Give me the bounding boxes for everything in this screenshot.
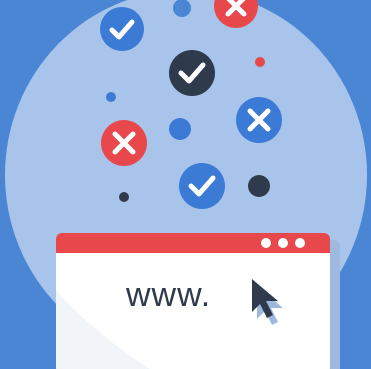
check-icon-center bbox=[179, 163, 225, 209]
dot-dark-medium bbox=[248, 175, 270, 197]
check-icon-top bbox=[100, 7, 144, 51]
illustration-canvas: www. bbox=[0, 0, 371, 369]
window-header bbox=[56, 233, 330, 253]
dot-dark-small bbox=[119, 192, 129, 202]
cross-icon-right bbox=[236, 97, 282, 143]
check-icon-dark bbox=[169, 50, 215, 96]
window-dots-icon bbox=[261, 238, 305, 248]
dot-blue-small bbox=[106, 92, 116, 102]
dot-blue-medium bbox=[169, 118, 191, 140]
cross-icon-top bbox=[214, 0, 258, 28]
dot-top bbox=[173, 0, 191, 17]
dot-red-small bbox=[255, 57, 265, 67]
cross-icon-left bbox=[101, 120, 147, 166]
address-text: www. bbox=[126, 276, 212, 314]
